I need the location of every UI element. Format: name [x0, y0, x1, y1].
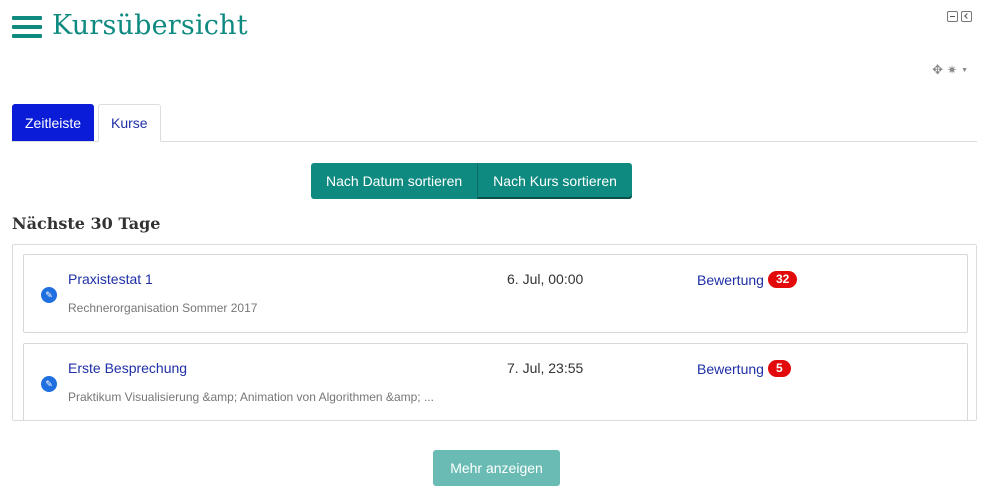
dock-icon[interactable]: [961, 11, 972, 22]
caret-down-icon[interactable]: ▼: [961, 67, 968, 74]
sort-button-group: Nach Datum sortieren Nach Kurs sortieren: [311, 163, 632, 199]
page-title: Kursübersicht: [52, 10, 248, 41]
event-action-label[interactable]: Bewertung: [697, 272, 764, 288]
tab-bar: Zeitleiste Kurse: [12, 104, 977, 142]
count-badge: 32: [767, 271, 798, 288]
event-action-label[interactable]: Bewertung: [697, 361, 764, 377]
hamburger-icon[interactable]: [12, 13, 42, 39]
sort-by-course-button[interactable]: Nach Kurs sortieren: [478, 163, 632, 199]
minimize-icon[interactable]: [947, 11, 958, 22]
assignment-icon: ✎: [41, 287, 57, 303]
event-name-link[interactable]: Erste Besprechung: [68, 360, 187, 376]
block-actions: ✥ ✷ ▼: [932, 62, 968, 78]
event-course: Praktikum Visualisierung &amp; Animation…: [68, 390, 434, 404]
event-action-link[interactable]: Bewertung 32: [697, 271, 798, 288]
event-date: 6. Jul, 00:00: [507, 271, 584, 287]
events-list: ✎ Praxistestat 1 Rechnerorganisation Som…: [12, 244, 977, 421]
gear-icon[interactable]: ✷: [947, 63, 957, 77]
tab-kurse[interactable]: Kurse: [98, 104, 161, 142]
assignment-icon: ✎: [41, 376, 57, 392]
section-title: Nächste 30 Tage: [12, 214, 161, 233]
show-more-button[interactable]: Mehr anzeigen: [433, 450, 560, 486]
event-item: ✎ Praxistestat 1 Rechnerorganisation Som…: [23, 254, 968, 333]
event-action-link[interactable]: Bewertung 5: [697, 360, 791, 377]
sort-by-date-button[interactable]: Nach Datum sortieren: [311, 163, 479, 199]
count-badge: 5: [767, 360, 791, 377]
block-window-controls: [947, 11, 972, 22]
event-course: Rechnerorganisation Sommer 2017: [68, 301, 258, 315]
event-item: ✎ Erste Besprechung Praktikum Visualisie…: [23, 343, 968, 420]
event-date: 7. Jul, 23:55: [507, 360, 584, 376]
event-name-link[interactable]: Praxistestat 1: [68, 271, 153, 287]
page-header: Kursübersicht: [12, 10, 248, 41]
tab-zeitleiste[interactable]: Zeitleiste: [12, 104, 95, 141]
move-icon[interactable]: ✥: [932, 62, 943, 78]
